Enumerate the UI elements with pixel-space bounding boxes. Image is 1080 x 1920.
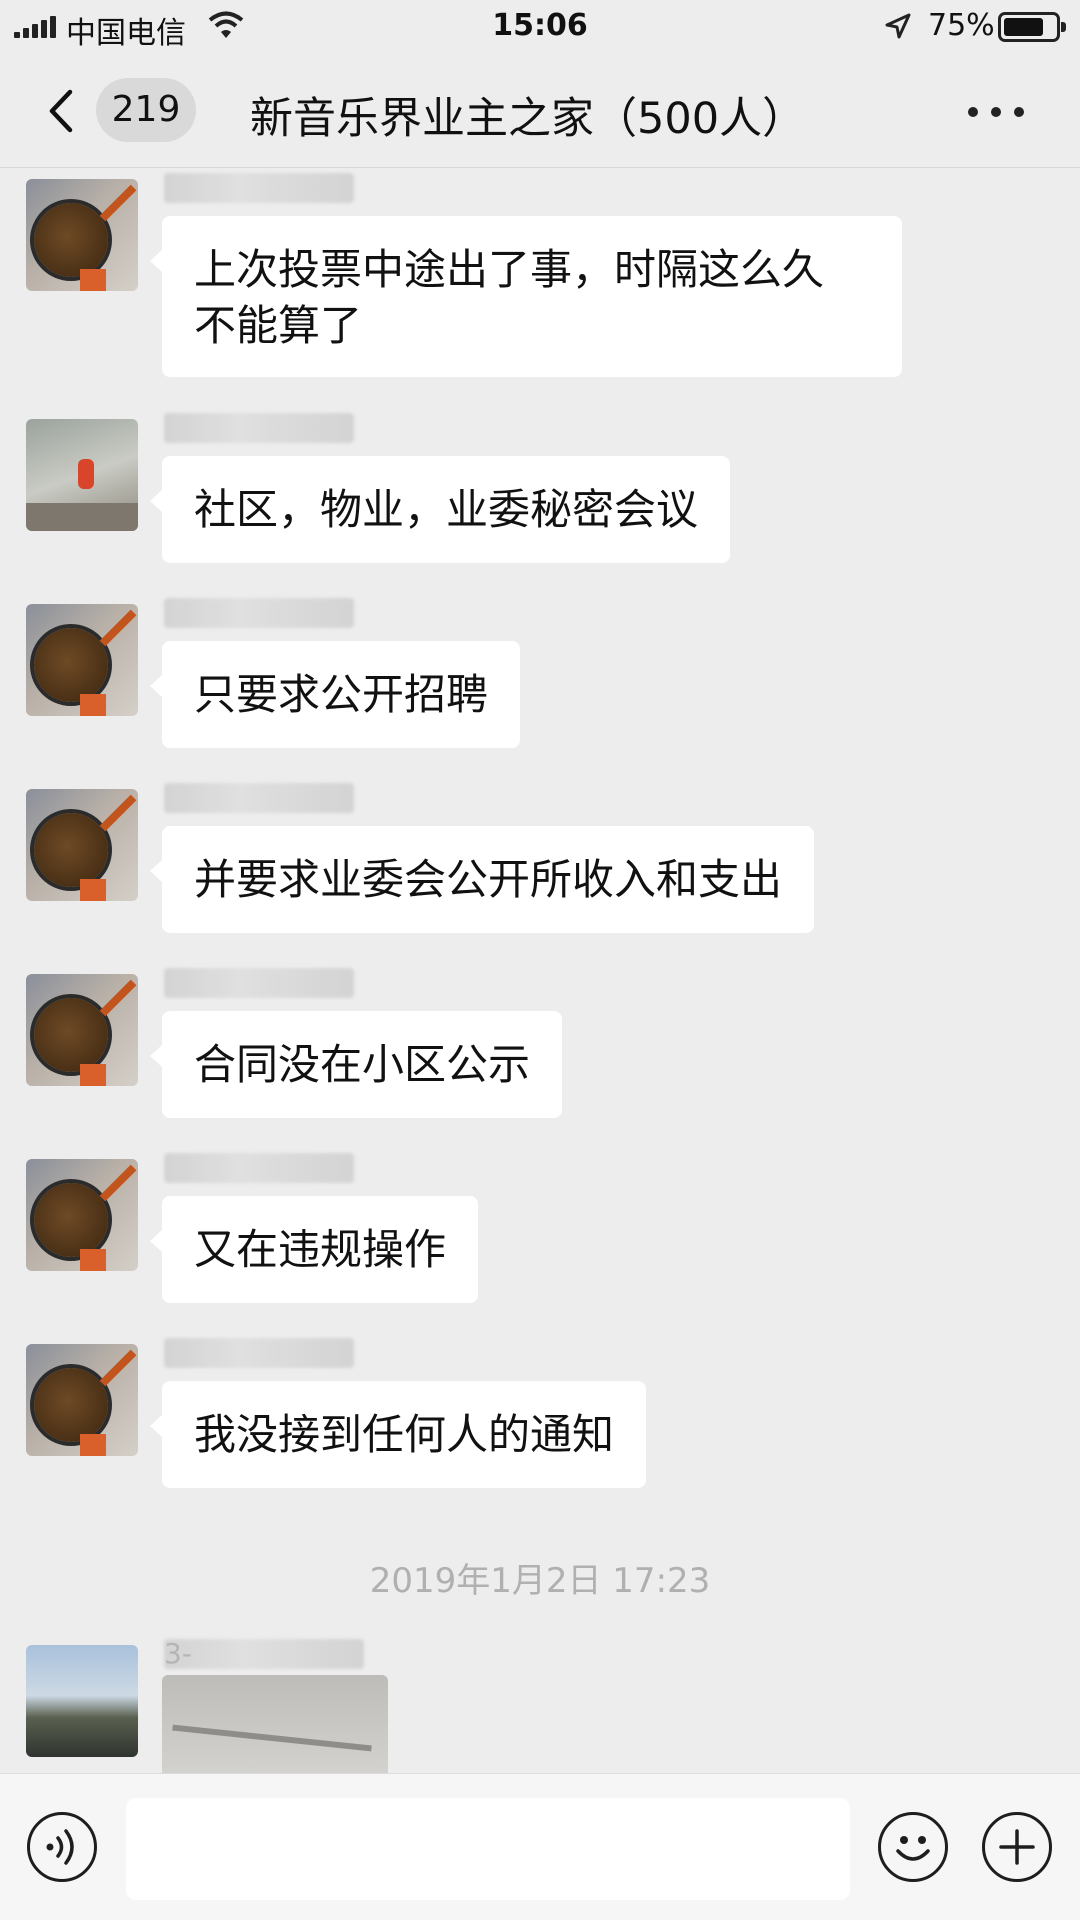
nav-bar: 219 新音乐界业主之家（500人）	[0, 56, 1080, 168]
voice-icon	[46, 1829, 74, 1865]
sender-name-blurred	[164, 413, 354, 443]
location-arrow-icon	[885, 13, 911, 39]
battery-percentage: 75%	[928, 8, 995, 43]
message-text: 并要求业委会公开所收入和支出	[194, 855, 783, 904]
message-text-line: 不能算了	[194, 301, 363, 350]
message-text: 社区，物业，业委秘密会议	[194, 485, 699, 534]
message-text: 合同没在小区公示	[194, 1040, 531, 1089]
message-list[interactable]: 上次投票中途出了事，时隔这么久 不能算了 社区，物业，业委秘密会议 只要求公开招…	[0, 169, 1080, 1773]
pan-avatar[interactable]	[26, 974, 138, 1086]
message-bubble[interactable]: 合同没在小区公示	[149, 1011, 563, 1118]
more-dots-icon	[968, 107, 978, 117]
plus-icon	[999, 1829, 1035, 1865]
pan-avatar[interactable]	[26, 789, 138, 901]
message-bubble[interactable]: 社区，物业，业委秘密会议	[149, 456, 731, 563]
sender-name-blurred	[164, 1338, 354, 1368]
sender-name-blurred	[164, 1153, 354, 1183]
pan-avatar[interactable]	[26, 1344, 138, 1456]
sender-name-blurred	[164, 968, 354, 998]
sender-name-blurred	[164, 1639, 364, 1669]
pan-avatar[interactable]	[26, 179, 138, 291]
status-bar: 中国电信 15:06 75%	[0, 0, 1080, 56]
image-message[interactable]	[162, 1675, 388, 1773]
emoji-button[interactable]	[878, 1812, 948, 1882]
sender-name-blurred	[164, 173, 354, 203]
message-text: 又在违规操作	[194, 1225, 447, 1274]
input-bar	[0, 1773, 1080, 1920]
battery-icon	[998, 12, 1066, 42]
sender-name-blurred	[164, 783, 354, 813]
sender-name-prefix: 3-	[164, 1637, 192, 1670]
emoji-icon	[896, 1836, 930, 1861]
message-text-line: 上次投票中途出了事，时隔这么久	[194, 245, 825, 294]
message-text: 只要求公开招聘	[194, 670, 489, 719]
clock: 15:06	[492, 8, 588, 43]
unread-count-badge: 219	[96, 78, 196, 142]
message-input[interactable]	[126, 1798, 850, 1900]
pan-avatar[interactable]	[26, 604, 138, 716]
voice-button[interactable]	[27, 1812, 97, 1882]
more-button[interactable]	[960, 92, 1032, 132]
chat-title: 新音乐界业主之家（500人）	[250, 94, 806, 144]
message-bubble[interactable]: 只要求公开招聘	[149, 641, 521, 748]
add-button[interactable]	[982, 1812, 1052, 1882]
street-avatar[interactable]	[26, 419, 138, 531]
back-button[interactable]: 219	[40, 76, 210, 144]
chat-screen: 中国电信 15:06 75% 219 新音乐界业主之家（500人） 上次投票中途…	[0, 0, 1080, 1920]
message-bubble[interactable]: 并要求业委会公开所收入和支出	[149, 826, 815, 933]
battery-level-fill	[1004, 18, 1043, 36]
message-bubble[interactable]: 我没接到任何人的通知	[149, 1381, 647, 1488]
sender-name-blurred	[164, 598, 354, 628]
message-timestamp: 2019年1月2日 17:23	[369, 1561, 711, 1601]
pan-avatar[interactable]	[26, 1159, 138, 1271]
landscape-avatar[interactable]	[26, 1645, 138, 1757]
message-bubble[interactable]: 又在违规操作	[149, 1196, 479, 1303]
chevron-left-icon	[49, 89, 73, 133]
message-text: 我没接到任何人的通知	[194, 1410, 615, 1459]
message-bubble[interactable]: 上次投票中途出了事，时隔这么久 不能算了	[150, 216, 902, 377]
